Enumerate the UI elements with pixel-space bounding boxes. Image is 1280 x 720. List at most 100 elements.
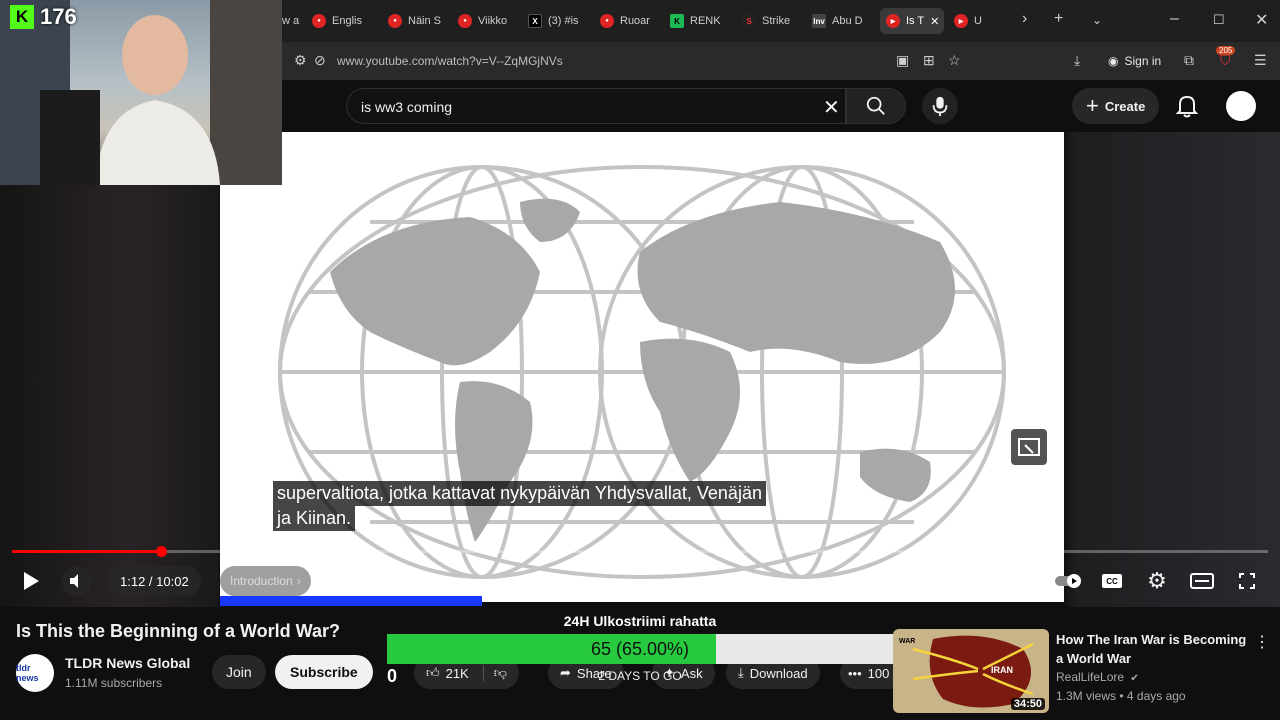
- kick-logo-icon: K: [10, 5, 34, 29]
- browser-tab-label: RENK: [690, 15, 721, 27]
- webcam-overlay: K 176: [0, 0, 282, 185]
- sign-in-button[interactable]: ◉ Sign in: [1108, 50, 1161, 72]
- chapter-button[interactable]: Introduction ›: [220, 566, 311, 596]
- channel-avatar[interactable]: tldr news: [16, 654, 54, 692]
- strike-logo-icon: S: [742, 14, 756, 28]
- new-tab-icon[interactable]: +: [1054, 10, 1063, 28]
- clear-search-icon[interactable]: ✕: [823, 95, 840, 120]
- gear-icon: ⚙: [1147, 568, 1167, 593]
- thumb-iran-label: IRAN: [991, 665, 1013, 675]
- browser-tab[interactable]: ● Näin S: [388, 8, 450, 34]
- plus-icon: +: [1086, 93, 1099, 118]
- tab-scroll-right-icon[interactable]: ›: [1022, 10, 1027, 28]
- youtube-logo-icon: ▶: [954, 14, 968, 28]
- recommended-channel-name: RealLifeLore: [1056, 670, 1125, 684]
- red-circle-icon: ●: [458, 14, 472, 28]
- extensions-icon[interactable]: ⧉: [1184, 52, 1194, 69]
- browser-tab[interactable]: Inv Abu D: [812, 8, 872, 34]
- browser-tab-label: Abu D: [832, 15, 863, 27]
- browser-tab[interactable]: ● Englis: [312, 8, 378, 34]
- volume-button[interactable]: [62, 566, 92, 596]
- account-icon: ◉: [1108, 54, 1119, 68]
- search-query-text: is ww3 coming: [361, 99, 453, 115]
- url-field[interactable]: www.youtube.com/watch?v=V--ZqMGjNVs: [337, 54, 563, 68]
- youtube-header: is ww3 coming ✕ + Create: [282, 80, 1280, 132]
- pip-address-icon[interactable]: ▣: [896, 52, 909, 69]
- recommended-duration: 34:50: [1010, 698, 1045, 710]
- browser-tab[interactable]: ▶ Is T ✕: [880, 8, 944, 34]
- x-logo-icon: X: [528, 14, 542, 28]
- theater-mode-button[interactable]: [1187, 566, 1217, 596]
- browser-tab[interactable]: X (3) #is: [528, 8, 588, 34]
- downloads-icon[interactable]: ⤓: [1074, 52, 1080, 69]
- time-display: 1:12 / 10:02: [108, 566, 201, 596]
- inv-logo-icon: Inv: [812, 14, 826, 28]
- browser-tab-label: (3) #is: [548, 15, 579, 27]
- voice-search-button[interactable]: [922, 88, 958, 124]
- recommended-channel[interactable]: RealLifeLore ✔: [1056, 670, 1139, 684]
- fullscreen-button[interactable]: [1232, 566, 1262, 596]
- subtitle-line-1: supervaltiota, jotka kattavat nykypäivän…: [273, 481, 766, 506]
- stream-goal-days-left: 2 DAYS TO GO: [598, 669, 682, 683]
- chevron-right-icon: ›: [296, 574, 301, 588]
- install-app-icon[interactable]: ⊞: [923, 52, 935, 69]
- extension-badge: 205: [1216, 46, 1236, 55]
- search-button[interactable]: [846, 88, 906, 124]
- fullscreen-icon: [1239, 573, 1255, 589]
- red-circle-icon: ●: [388, 14, 402, 28]
- progress-played: [12, 550, 162, 553]
- play-button[interactable]: [16, 566, 46, 596]
- video-title: Is This the Beginning of a World War?: [16, 621, 340, 641]
- settings-button[interactable]: ⚙: [1142, 566, 1172, 596]
- maximize-icon[interactable]: ☐: [1213, 12, 1225, 28]
- browser-tab-label: U: [974, 15, 982, 27]
- red-circle-icon: ●: [600, 14, 614, 28]
- close-window-icon[interactable]: ✕: [1255, 10, 1268, 30]
- tab-list-icon[interactable]: ⌄: [1092, 13, 1102, 27]
- recommended-title[interactable]: How The Iran War is Becoming a World War: [1056, 630, 1252, 668]
- browser-tab[interactable]: ● Viikko: [458, 8, 518, 34]
- browser-tab-label: Näin S: [408, 15, 442, 27]
- browser-tab[interactable]: ▶ U: [954, 8, 1004, 34]
- browser-tab[interactable]: w a: [282, 8, 308, 34]
- captions-button[interactable]: CC: [1097, 566, 1127, 596]
- browser-tab-label: Ruoar: [620, 15, 650, 27]
- recommended-more-icon[interactable]: ⋮: [1254, 632, 1270, 652]
- svg-text:CC: CC: [1106, 577, 1118, 586]
- recommended-thumbnail[interactable]: IRAN WAR 34:50: [893, 629, 1049, 713]
- closed-captions-icon: CC: [1102, 574, 1122, 588]
- play-icon: [24, 572, 39, 590]
- picture-in-picture-button[interactable]: [1011, 429, 1047, 465]
- browser-tab[interactable]: ● Ruoar: [600, 8, 660, 34]
- autoplay-toggle[interactable]: [1054, 566, 1084, 596]
- subscribe-button[interactable]: Subscribe: [275, 655, 373, 689]
- join-button[interactable]: Join: [212, 655, 266, 689]
- viewer-count: 176: [40, 4, 77, 29]
- browser-tab[interactable]: S Strike: [742, 8, 802, 34]
- video-frame[interactable]: [220, 132, 1064, 602]
- channel-name[interactable]: TLDR News Global: [65, 655, 190, 671]
- site-settings-icon[interactable]: ⚙: [294, 52, 307, 69]
- browser-tab-label: Viikko: [478, 15, 508, 27]
- close-tab-icon[interactable]: ✕: [930, 15, 939, 28]
- minimize-icon[interactable]: –: [1170, 10, 1179, 28]
- chapter-label: Introduction: [230, 574, 293, 588]
- progress-bar[interactable]: [12, 546, 1268, 557]
- red-circle-icon: ●: [312, 14, 326, 28]
- sign-in-label: Sign in: [1124, 54, 1162, 68]
- search-input[interactable]: is ww3 coming ✕: [346, 88, 846, 124]
- account-avatar[interactable]: [1226, 91, 1256, 121]
- volume-icon: [70, 574, 78, 588]
- tracking-protection-icon[interactable]: ⊘: [314, 52, 326, 69]
- stream-goal-bar: 65 (65.00%): [387, 634, 893, 664]
- browser-tab[interactable]: K RENK: [670, 8, 728, 34]
- menu-icon[interactable]: ☰: [1254, 52, 1267, 69]
- create-label: Create: [1104, 98, 1146, 114]
- kick-logo-icon: K: [670, 14, 684, 28]
- bookmark-star-icon[interactable]: ☆: [948, 52, 961, 69]
- notifications-bell-icon[interactable]: [1176, 94, 1198, 118]
- create-button[interactable]: + Create: [1072, 88, 1160, 124]
- stream-goal-progress-text: 65 (65.00%): [590, 639, 690, 659]
- browser-tab-label: Englis: [332, 15, 362, 27]
- thumb-war-label: WAR: [899, 638, 915, 645]
